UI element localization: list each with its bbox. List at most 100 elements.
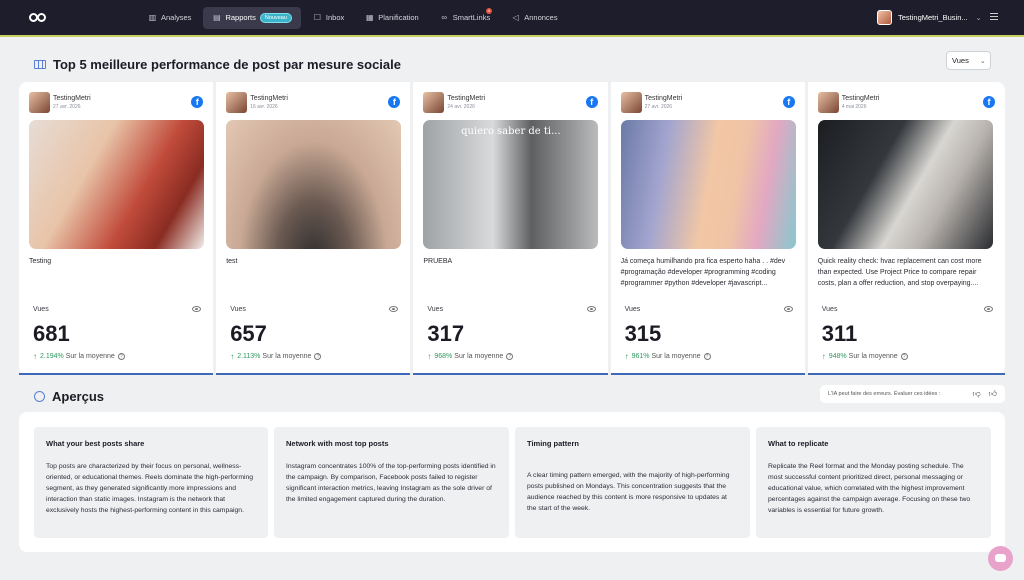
help-icon[interactable]: ? xyxy=(900,353,908,360)
post-caption: Testing xyxy=(29,258,52,265)
metric-select[interactable]: Vues ⌄ xyxy=(946,51,991,70)
post-account-name: TestingMetri xyxy=(53,95,91,102)
metric-delta: ↑ 2.113% Sur la moyenne ? xyxy=(230,352,322,361)
delta-label: Sur la moyenne xyxy=(651,353,701,360)
metric-label: Vues xyxy=(821,306,838,313)
metric-label: Vues xyxy=(427,306,444,313)
thumbnail-overlay-text: quiero saber de ti... xyxy=(461,126,561,137)
ai-disclaimer: L'IA peut faire des erreurs. Évaluer ces… xyxy=(820,385,1005,403)
nav-item-label: Inbox xyxy=(325,13,345,22)
post-account-name: TestingMetri xyxy=(841,95,880,102)
reports-icon: ▤ xyxy=(213,13,221,22)
link-icon: ∞ xyxy=(441,13,448,22)
arrow-up-icon: ↑ xyxy=(624,352,629,361)
chart-icon: ▥ xyxy=(148,13,157,22)
facebook-icon: f xyxy=(191,96,204,108)
insights-panel: What your best posts share Top posts are… xyxy=(19,412,1005,552)
top-posts-cards: TestingMetri 27 avr. 2026 f Testing Vues… xyxy=(19,82,1005,375)
insights-heading: Aperçus xyxy=(52,389,105,404)
insights-title: Aperçus xyxy=(34,389,104,404)
card-accent-bar xyxy=(216,373,411,375)
avatar xyxy=(620,92,642,113)
logo-icon[interactable] xyxy=(29,12,47,23)
post-thumbnail[interactable] xyxy=(620,120,796,249)
delta-label: Sur la moyenne xyxy=(848,353,898,360)
account-menu[interactable]: TestingMetri_Busin... ⌄ xyxy=(877,10,982,25)
avatar xyxy=(423,92,445,113)
insight-card: Timing pattern A clear timing pattern em… xyxy=(515,427,750,538)
insight-text: A clear timing pattern emerged, with the… xyxy=(527,472,730,512)
nav-item-annonces[interactable]: ◁ Annonces xyxy=(502,7,566,29)
post-date: 27 avr. 2026 xyxy=(644,104,673,110)
facebook-icon: f xyxy=(388,96,401,108)
delta-label: Sur la moyenne xyxy=(65,353,115,360)
new-badge: Nouveau xyxy=(259,12,292,23)
nav-item-planification[interactable]: ▦ Planification xyxy=(356,7,427,29)
card-accent-bar xyxy=(610,373,805,375)
nav-items: ▥ Analyses ▤ Rapports Nouveau ☐ Inbox ▦ … xyxy=(139,0,570,36)
insight-heading: What your best posts share xyxy=(46,439,145,448)
post-card[interactable]: TestingMetri 27 avr. 2026 f Já começa hu… xyxy=(610,82,808,375)
post-header: TestingMetri 27 avr. 2026 xyxy=(29,92,91,113)
nav-item-label: Rapports xyxy=(225,13,256,22)
eye-icon xyxy=(389,306,399,312)
post-thumbnail[interactable] xyxy=(226,120,402,249)
lightbulb-icon xyxy=(34,391,45,402)
insight-text: Instagram concentrates 100% of the top-p… xyxy=(286,463,496,503)
insight-text: Replicate the Reel format and the Monday… xyxy=(768,463,971,514)
help-icon[interactable]: ? xyxy=(703,353,711,360)
metric-delta: ↑ 948% Sur la moyenne ? xyxy=(822,352,908,361)
post-account-name: TestingMetri xyxy=(250,95,288,102)
post-header: TestingMetri 4 mai 2026 xyxy=(817,92,880,113)
feedback-buttons: 👎︎ 👍︎ xyxy=(973,389,998,399)
nav-item-inbox[interactable]: ☐ Inbox xyxy=(304,7,353,29)
metric-label: Vues xyxy=(33,306,49,313)
nav-item-analyses[interactable]: ▥ Analyses xyxy=(139,7,200,29)
metric-label: Vues xyxy=(624,306,641,313)
help-icon[interactable]: ? xyxy=(506,353,514,360)
card-accent-bar xyxy=(19,373,214,375)
nav-item-rapports[interactable]: ▤ Rapports Nouveau xyxy=(203,6,301,29)
thumbs-up-icon[interactable]: 👍︎ xyxy=(989,389,997,399)
thumbs-down-icon[interactable]: 👎︎ xyxy=(973,389,981,399)
metric-delta: ↑ 968% Sur la moyenne ? xyxy=(427,352,514,361)
help-icon[interactable]: ? xyxy=(314,353,322,360)
insight-card: What to replicate Replicate the Reel for… xyxy=(756,427,991,538)
nav-item-label: SmartLinks xyxy=(452,13,491,22)
metric-value: 317 xyxy=(427,321,465,346)
metric-value: 657 xyxy=(230,321,267,346)
post-thumbnail[interactable]: quiero saber de ti... xyxy=(423,120,599,249)
delta-percent: 968% xyxy=(434,353,453,360)
chat-icon[interactable] xyxy=(988,546,1013,571)
hamburger-menu-icon[interactable] xyxy=(990,13,998,20)
arrow-up-icon: ↑ xyxy=(230,352,235,361)
insight-card: What your best posts share Top posts are… xyxy=(34,427,268,538)
page-title: Top 5 meilleure performance de post par … xyxy=(53,57,401,72)
insight-heading: Network with most top posts xyxy=(286,439,389,448)
post-card[interactable]: TestingMetri 27 avr. 2026 f Testing Vues… xyxy=(19,82,217,375)
nav-item-label: Planification xyxy=(378,13,419,22)
eye-icon xyxy=(192,306,202,312)
chevron-down-icon: ⌄ xyxy=(975,14,982,22)
post-thumbnail[interactable] xyxy=(817,120,993,249)
facebook-icon: f xyxy=(982,96,995,108)
post-caption: Já começa humilhando pra fica esperto ha… xyxy=(620,258,786,287)
post-card[interactable]: TestingMetri 16 avr. 2026 f test Vues 65… xyxy=(216,82,414,375)
megaphone-icon: ◁ xyxy=(512,13,519,22)
help-icon[interactable]: ? xyxy=(117,353,125,360)
nav-item-smartlinks[interactable]: ∞ SmartLinks 4 xyxy=(431,7,500,29)
nav-item-label: Analyses xyxy=(161,13,192,22)
post-card[interactable]: TestingMetri 4 mai 2026 f Quick reality … xyxy=(807,82,1005,375)
delta-percent: 2.194% xyxy=(40,353,64,360)
metric-value: 311 xyxy=(821,321,858,346)
eye-icon xyxy=(783,306,793,312)
top-posts-title: Top 5 meilleure performance de post par … xyxy=(34,57,401,72)
post-card[interactable]: TestingMetri 24 avr. 2026 f quiero saber… xyxy=(413,82,611,375)
metric-value: 315 xyxy=(624,321,662,346)
arrow-up-icon: ↑ xyxy=(821,352,826,361)
columns-icon xyxy=(34,60,46,69)
eye-icon xyxy=(983,306,993,312)
post-thumbnail[interactable] xyxy=(29,120,204,249)
notification-dot: 4 xyxy=(485,7,492,14)
facebook-icon: f xyxy=(585,96,598,108)
